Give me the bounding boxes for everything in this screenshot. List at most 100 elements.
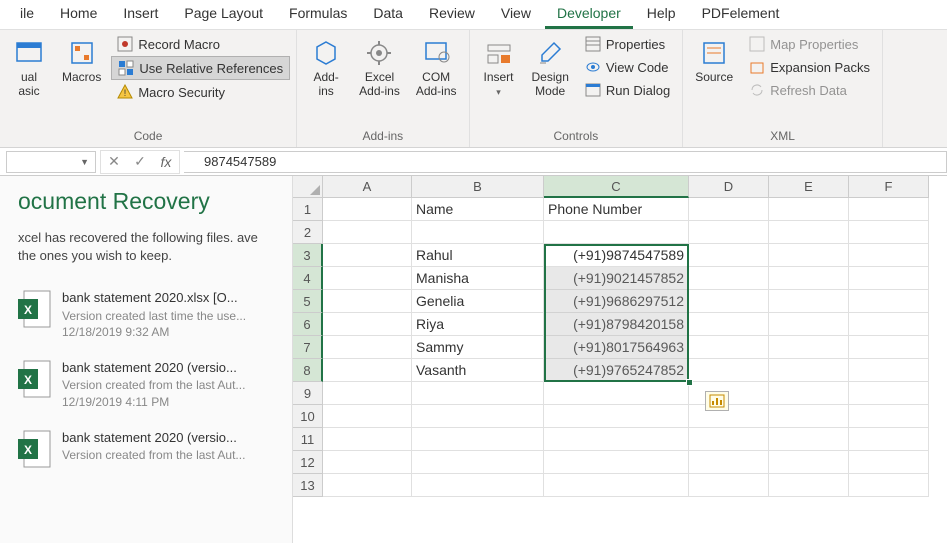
cell-a1[interactable]	[323, 198, 412, 221]
grid-body[interactable]: 1NamePhone Number23Rahul(+91)98745475894…	[293, 198, 947, 497]
cell-d9[interactable]	[689, 382, 769, 405]
tab-page-layout[interactable]: Page Layout	[172, 0, 275, 29]
cell-b1[interactable]: Name	[412, 198, 544, 221]
cell-c9[interactable]	[544, 382, 689, 405]
tab-help[interactable]: Help	[635, 0, 688, 29]
tab-developer[interactable]: Developer	[545, 0, 633, 29]
recovery-file-item[interactable]: X bank statement 2020.xlsx [O... Version…	[18, 289, 274, 341]
col-header-f[interactable]: F	[849, 176, 929, 198]
row-header-8[interactable]: 8	[293, 359, 323, 382]
cell-f2[interactable]	[849, 221, 929, 244]
row-header-3[interactable]: 3	[293, 244, 323, 267]
tab-insert[interactable]: Insert	[111, 0, 170, 29]
source-button[interactable]: Source	[689, 33, 739, 89]
cell-e2[interactable]	[769, 221, 849, 244]
com-addins-button[interactable]: COMAdd-ins	[410, 33, 463, 103]
cell-e8[interactable]	[769, 359, 849, 382]
addins-button[interactable]: Add-ins	[303, 33, 349, 103]
cell-e12[interactable]	[769, 451, 849, 474]
col-header-e[interactable]: E	[769, 176, 849, 198]
cell-e5[interactable]	[769, 290, 849, 313]
row-header-4[interactable]: 4	[293, 267, 323, 290]
cell-b10[interactable]	[412, 405, 544, 428]
recovery-file-item[interactable]: X bank statement 2020 (versio... Version…	[18, 429, 274, 469]
row-header-9[interactable]: 9	[293, 382, 323, 405]
cell-e10[interactable]	[769, 405, 849, 428]
recovery-file-item[interactable]: X bank statement 2020 (versio... Version…	[18, 359, 274, 411]
record-macro-button[interactable]: Record Macro	[111, 33, 290, 55]
cell-e11[interactable]	[769, 428, 849, 451]
row-header-13[interactable]: 13	[293, 474, 323, 497]
cell-b6[interactable]: Riya	[412, 313, 544, 336]
cell-d2[interactable]	[689, 221, 769, 244]
cell-f8[interactable]	[849, 359, 929, 382]
cell-c12[interactable]	[544, 451, 689, 474]
cell-b2[interactable]	[412, 221, 544, 244]
cell-d6[interactable]	[689, 313, 769, 336]
expansion-packs-button[interactable]: Expansion Packs	[743, 56, 876, 78]
cell-c3[interactable]: (+91)9874547589	[544, 244, 689, 267]
cell-b7[interactable]: Sammy	[412, 336, 544, 359]
cell-a2[interactable]	[323, 221, 412, 244]
cell-f3[interactable]	[849, 244, 929, 267]
cell-c4[interactable]: (+91)9021457852	[544, 267, 689, 290]
cell-c8[interactable]: (+91)9765247852	[544, 359, 689, 382]
cell-b8[interactable]: Vasanth	[412, 359, 544, 382]
tab-file[interactable]: ile	[8, 0, 46, 29]
cell-d7[interactable]	[689, 336, 769, 359]
row-header-10[interactable]: 10	[293, 405, 323, 428]
col-header-a[interactable]: A	[323, 176, 412, 198]
cell-d11[interactable]	[689, 428, 769, 451]
select-all-corner[interactable]	[293, 176, 323, 198]
row-header-12[interactable]: 12	[293, 451, 323, 474]
cell-d1[interactable]	[689, 198, 769, 221]
row-header-6[interactable]: 6	[293, 313, 323, 336]
view-code-button[interactable]: View Code	[579, 56, 676, 78]
macro-security-button[interactable]: ! Macro Security	[111, 81, 290, 103]
row-header-5[interactable]: 5	[293, 290, 323, 313]
cell-b12[interactable]	[412, 451, 544, 474]
formula-input[interactable]: 9874547589	[184, 151, 947, 173]
tab-formulas[interactable]: Formulas	[277, 0, 359, 29]
cell-a6[interactable]	[323, 313, 412, 336]
cell-f11[interactable]	[849, 428, 929, 451]
cell-d3[interactable]	[689, 244, 769, 267]
cell-b11[interactable]	[412, 428, 544, 451]
insert-function-button[interactable]: fx	[153, 151, 179, 173]
cell-d8[interactable]	[689, 359, 769, 382]
controls-insert-button[interactable]: Insert▾	[476, 33, 522, 103]
cell-b5[interactable]: Genelia	[412, 290, 544, 313]
cell-a8[interactable]	[323, 359, 412, 382]
excel-addins-button[interactable]: ExcelAdd-ins	[353, 33, 406, 103]
cell-f6[interactable]	[849, 313, 929, 336]
cell-e9[interactable]	[769, 382, 849, 405]
cell-c2[interactable]	[544, 221, 689, 244]
run-dialog-button[interactable]: Run Dialog	[579, 79, 676, 101]
col-header-c[interactable]: C	[544, 176, 689, 198]
cell-f10[interactable]	[849, 405, 929, 428]
cell-a3[interactable]	[323, 244, 412, 267]
cell-a7[interactable]	[323, 336, 412, 359]
cell-e1[interactable]	[769, 198, 849, 221]
cell-c5[interactable]: (+91)9686297512	[544, 290, 689, 313]
cell-b4[interactable]: Manisha	[412, 267, 544, 290]
row-header-11[interactable]: 11	[293, 428, 323, 451]
cell-a9[interactable]	[323, 382, 412, 405]
cell-f12[interactable]	[849, 451, 929, 474]
quick-analysis-button[interactable]	[705, 391, 729, 411]
row-header-2[interactable]: 2	[293, 221, 323, 244]
cell-c6[interactable]: (+91)8798420158	[544, 313, 689, 336]
tab-data[interactable]: Data	[361, 0, 415, 29]
tab-review[interactable]: Review	[417, 0, 487, 29]
col-header-d[interactable]: D	[689, 176, 769, 198]
cell-d5[interactable]	[689, 290, 769, 313]
cell-a13[interactable]	[323, 474, 412, 497]
cell-e6[interactable]	[769, 313, 849, 336]
cell-a5[interactable]	[323, 290, 412, 313]
tab-pdfelement[interactable]: PDFelement	[690, 0, 792, 29]
tab-view[interactable]: View	[489, 0, 543, 29]
cell-e3[interactable]	[769, 244, 849, 267]
cell-a10[interactable]	[323, 405, 412, 428]
cell-e7[interactable]	[769, 336, 849, 359]
cell-d13[interactable]	[689, 474, 769, 497]
